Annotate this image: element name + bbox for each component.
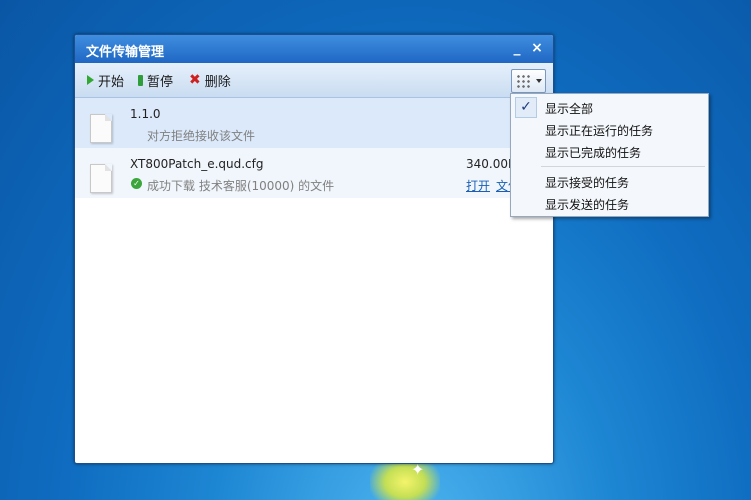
delete-label: 删除 <box>204 74 231 90</box>
delete-x-icon: ✖ <box>189 72 201 88</box>
pause-button[interactable]: 暂停 <box>138 72 174 90</box>
close-button[interactable]: × <box>528 39 546 57</box>
file-name: XT800Patch_e.qud.cfg <box>130 157 264 171</box>
open-file-link[interactable]: 打开 <box>466 177 490 194</box>
grid-view-icon <box>516 74 530 88</box>
file-status: 对方拒绝接收该文件 <box>147 129 256 143</box>
start-label: 开始 <box>98 74 125 90</box>
window-title: 文件传输管理 <box>86 45 165 60</box>
start-button[interactable]: 开始 <box>87 72 125 90</box>
view-filter-button[interactable] <box>511 69 546 93</box>
menu-item-show-running[interactable]: 显示正在运行的任务 <box>545 122 653 139</box>
file-transfer-window: 文件传输管理 _ × 开始 暂停 ✖ 删除 1.1.0 对方拒绝接收该文件 XT… <box>74 34 554 464</box>
file-status: 成功下载 技术客服(10000) 的文件 <box>147 179 335 193</box>
chevron-down-icon <box>536 79 542 83</box>
check-circle-icon: ✓ <box>131 178 142 189</box>
menu-item-show-received[interactable]: 显示接受的任务 <box>545 174 629 191</box>
checkmark-icon: ✓ <box>515 97 537 118</box>
file-icon <box>90 114 112 143</box>
pause-icon <box>138 74 143 86</box>
toolbar: 开始 暂停 ✖ 删除 <box>75 63 553 98</box>
play-icon <box>87 75 94 85</box>
desktop-sparkle-icon: ✦ <box>411 460 425 479</box>
delete-button[interactable]: ✖ 删除 <box>189 72 231 90</box>
list-item[interactable]: XT800Patch_e.qud.cfg ✓ 成功下载 技术客服(10000) … <box>75 148 553 198</box>
view-filter-menu: ✓ 显示全部 显示正在运行的任务 显示已完成的任务 显示接受的任务 显示发送的任… <box>510 93 709 217</box>
pause-label: 暂停 <box>147 74 174 90</box>
list-item[interactable]: 1.1.0 对方拒绝接收该文件 <box>75 98 553 148</box>
file-name: 1.1.0 <box>130 107 161 121</box>
title-bar[interactable]: 文件传输管理 _ × <box>75 35 553 63</box>
minimize-button[interactable]: _ <box>508 39 526 57</box>
menu-divider <box>541 166 705 167</box>
menu-item-show-completed[interactable]: 显示已完成的任务 <box>545 144 641 161</box>
menu-item-show-sent[interactable]: 显示发送的任务 <box>545 196 629 213</box>
file-size: 340.00B <box>466 157 517 171</box>
menu-item-show-all[interactable]: 显示全部 <box>545 100 593 117</box>
file-icon <box>90 164 112 193</box>
